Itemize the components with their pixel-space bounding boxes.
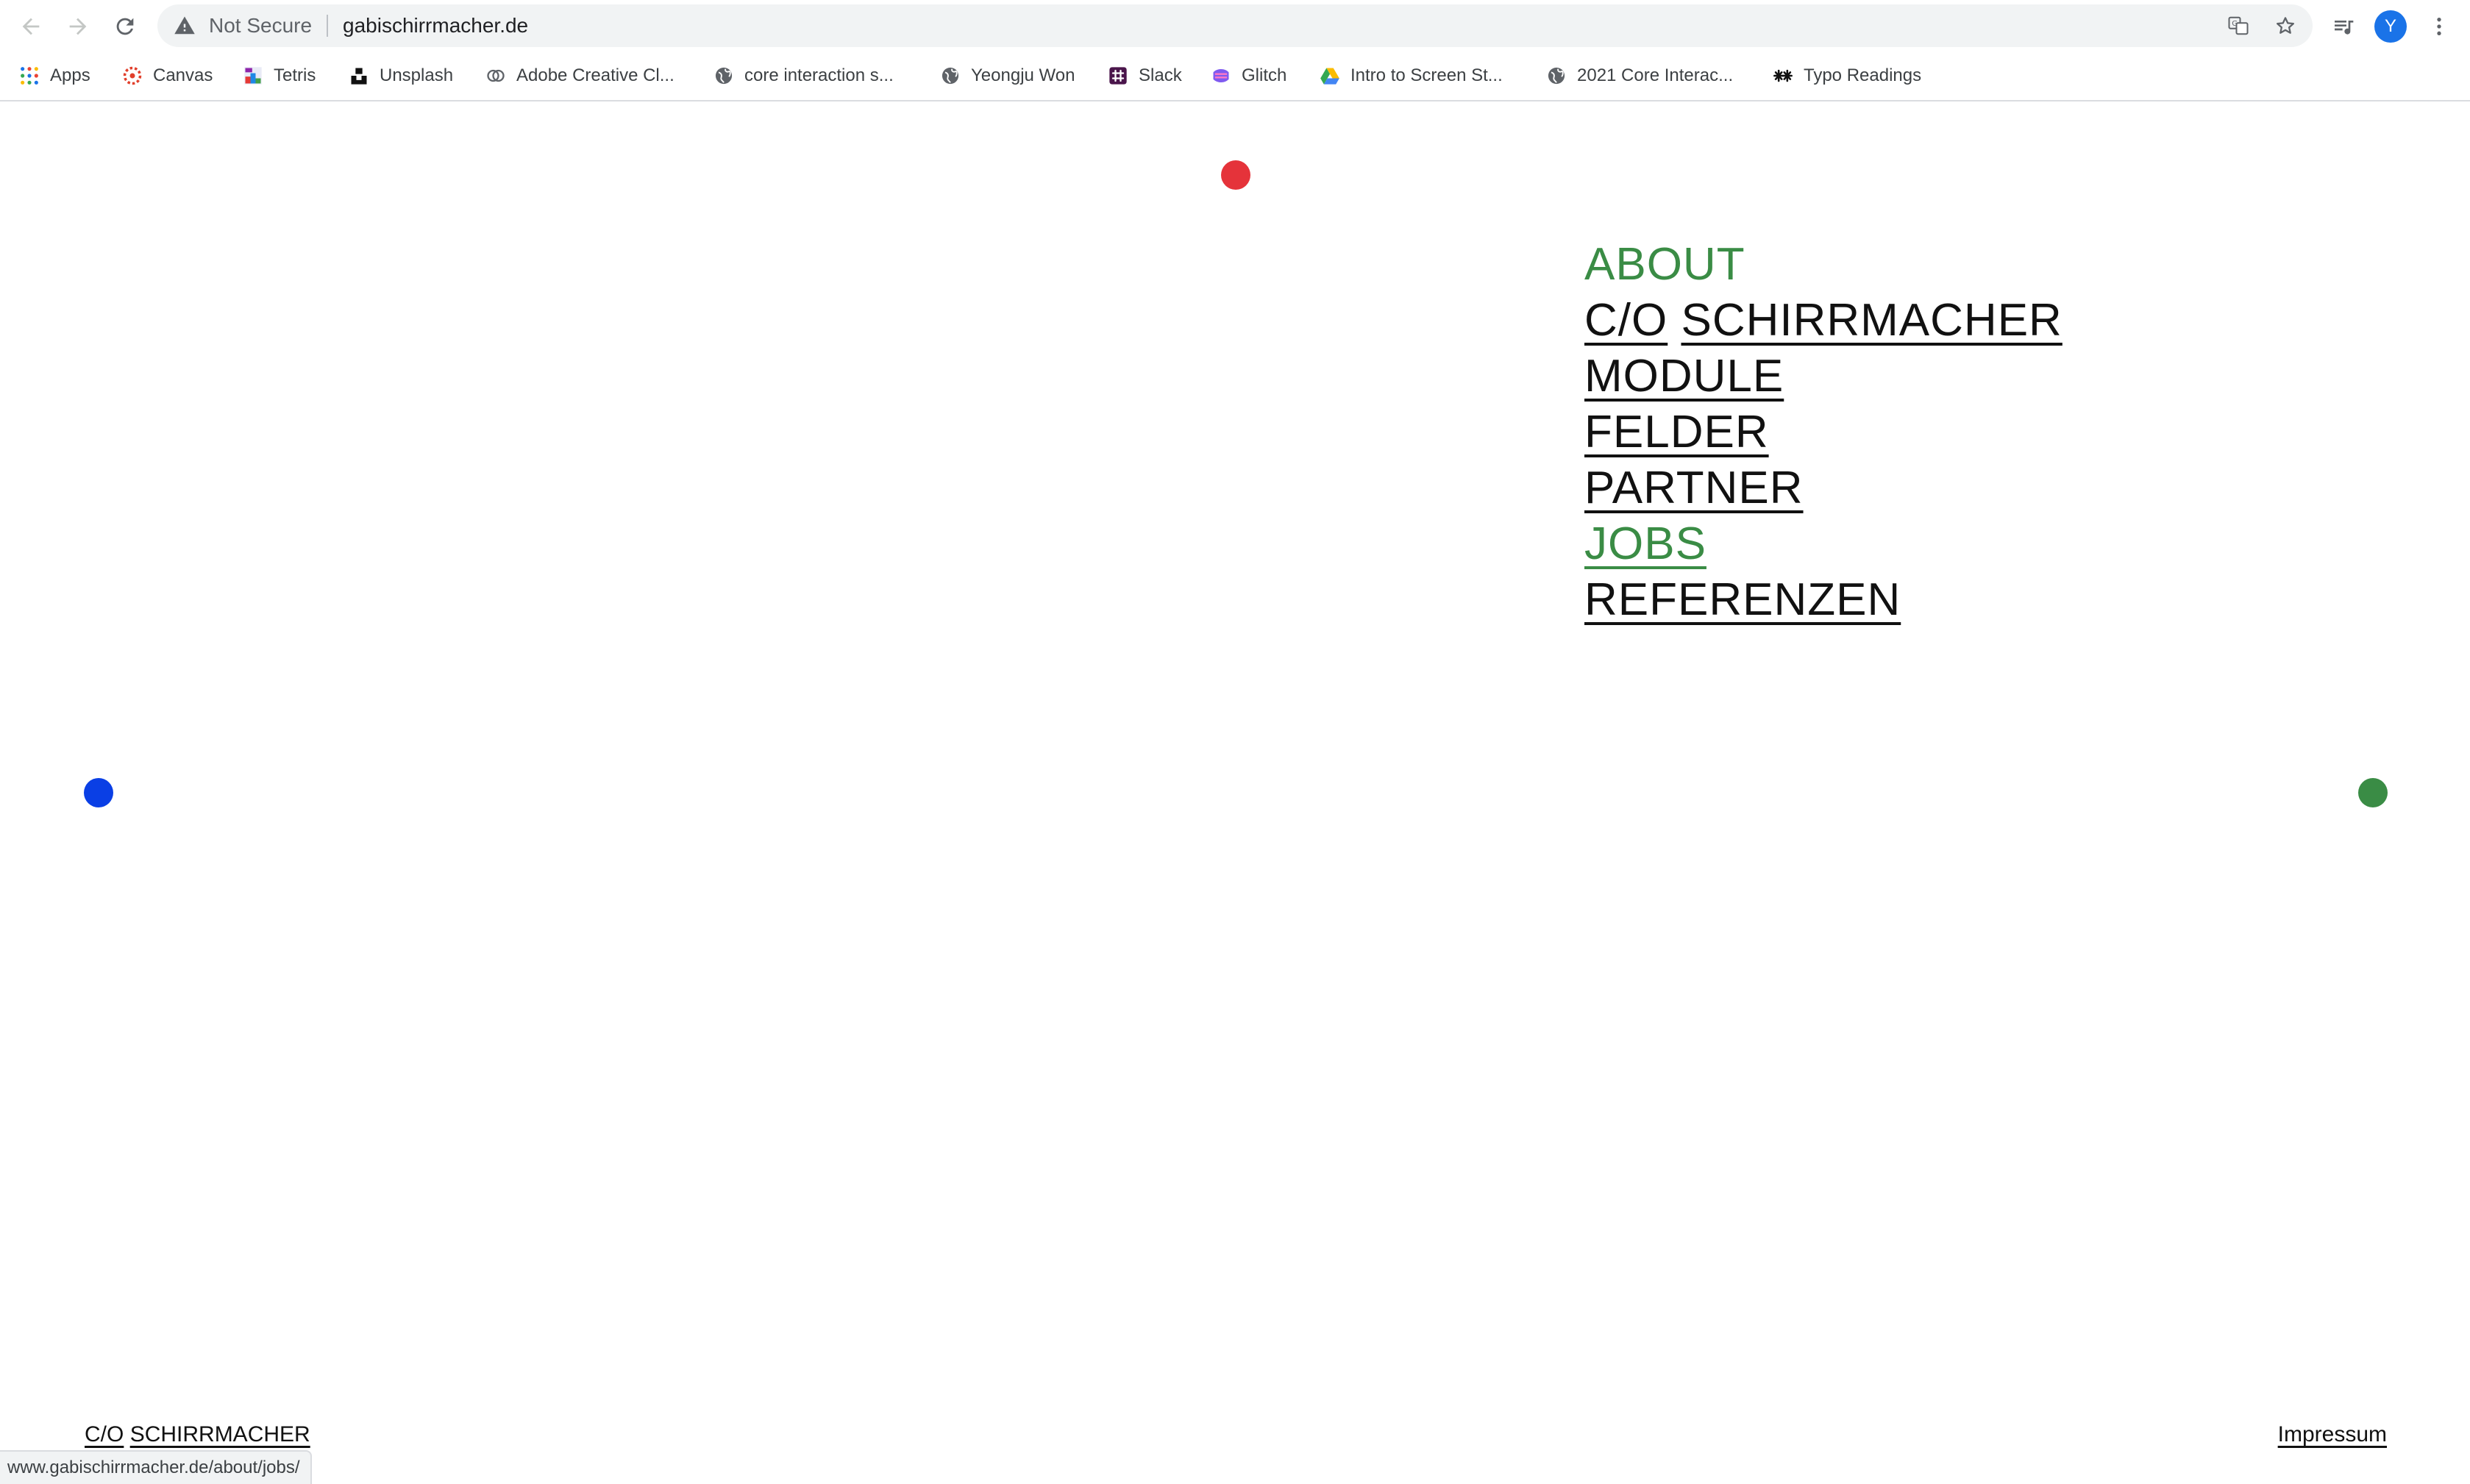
menu-item-partner[interactable]: PARTNER [1584,460,2063,516]
svg-text:G: G [2232,20,2238,28]
adobe-cc-icon [485,65,506,86]
slack-icon [1108,65,1128,86]
bookmark-typo-readings[interactable]: Typo Readings [1773,63,1921,88]
bookmark-label: Canvas [153,65,213,85]
browser-menu-button[interactable] [2423,10,2455,43]
forward-button[interactable] [62,10,94,43]
main-menu: ABOUT C/O SCHIRRMACHER MODULE FELDER PAR… [1584,237,2063,628]
bookmark-intro-screen[interactable]: Intro to Screen St... [1320,63,1503,88]
bookmark-yeongju-won[interactable]: Yeongju Won [940,63,1075,88]
bookmark-tetris[interactable]: Tetris [243,63,316,88]
menu-item-co-schirrmacher[interactable]: C/O SCHIRRMACHER [1584,293,2063,349]
bookmark-slack[interactable]: Slack [1108,63,1182,88]
bookmark-label: Apps [50,65,90,85]
star-icon [2277,17,2294,34]
reading-list-button[interactable] [2327,10,2360,43]
omnibox-divider [327,15,328,37]
forward-arrow-icon [69,18,87,35]
bookmark-label: Intro to Screen St... [1350,65,1503,85]
impressum-link[interactable]: Impressum [2278,1422,2387,1447]
reload-icon [116,18,134,35]
address-bar[interactable]: Not Secure gabischirrmacher.de G [157,4,2313,47]
translate-icon: G [2228,16,2249,35]
bookmark-core-interaction[interactable]: core interaction s... [713,63,894,88]
globe-icon [940,65,961,86]
apps-grid-icon [19,65,40,86]
bookmark-adobe-cc[interactable]: Adobe Creative Cl... [485,63,675,88]
unsplash-icon [349,65,369,86]
url-text[interactable]: gabischirrmacher.de [343,13,528,38]
bookmark-unsplash[interactable]: Unsplash [349,63,453,88]
browser-toolbar: Not Secure gabischirrmacher.de G Y [0,0,2470,51]
reload-button[interactable] [109,10,141,43]
globe-icon [1546,65,1567,86]
bookmark-label: core interaction s... [744,65,894,85]
menu-item-about[interactable]: ABOUT [1584,237,2063,293]
bookmark-label: Adobe Creative Cl... [516,65,675,85]
canvas-icon [122,65,143,86]
bookmark-label: Unsplash [380,65,454,85]
footer-home-link[interactable]: C/O SCHIRRMACHER [85,1422,310,1447]
bookmark-apps[interactable]: Apps [19,63,90,88]
menu-item-module[interactable]: MODULE [1584,349,2063,404]
menu-co-text: C/O [1584,295,1668,346]
warning-icon [174,16,195,35]
bookmark-label: 2021 Core Interac... [1577,65,1734,85]
bookmark-glitch[interactable]: Glitch [1211,63,1286,88]
google-drive-icon [1320,65,1340,86]
glitch-icon [1211,65,1231,86]
bookmark-label: Slack [1139,65,1182,85]
back-button[interactable] [15,10,47,43]
tetris-icon [243,65,263,86]
translate-button[interactable]: G [2224,12,2252,40]
red-dot [1221,160,1250,190]
back-arrow-icon [22,18,40,35]
footer-co-text: C/O [85,1422,124,1446]
globe-icon [713,65,734,86]
menu-item-felder[interactable]: FELDER [1584,404,2063,460]
bookmark-core-interac[interactable]: 2021 Core Interac... [1546,63,1733,88]
bookmarks-bar: Apps Canvas Tetris Unsplash Adobe Creati… [0,51,2470,101]
menu-item-referenzen[interactable]: REFERENZEN [1584,572,2063,628]
bookmark-label: Typo Readings [1804,65,1922,85]
bookmark-label: Yeongju Won [971,65,1075,85]
blue-dot [84,778,113,807]
green-dot [2358,778,2388,807]
menu-item-jobs[interactable]: JOBS [1584,516,2063,572]
bookmark-star-button[interactable] [2271,12,2299,40]
bookmark-label: Tetris [274,65,316,85]
status-bar-url: www.gabischirrmacher.de/about/jobs/ [0,1450,312,1484]
profile-avatar[interactable]: Y [2374,10,2407,43]
bookmark-canvas[interactable]: Canvas [122,63,213,88]
playlist-icon [2335,21,2354,35]
typo-icon [1773,65,1793,86]
not-secure-label[interactable]: Not Secure [209,13,312,38]
more-vertical-icon [2437,18,2441,35]
menu-schirrmacher-text: SCHIRRMACHER [1681,295,2063,346]
bookmark-label: Glitch [1242,65,1287,85]
footer-schirrmacher-text: SCHIRRMACHER [129,1422,310,1446]
